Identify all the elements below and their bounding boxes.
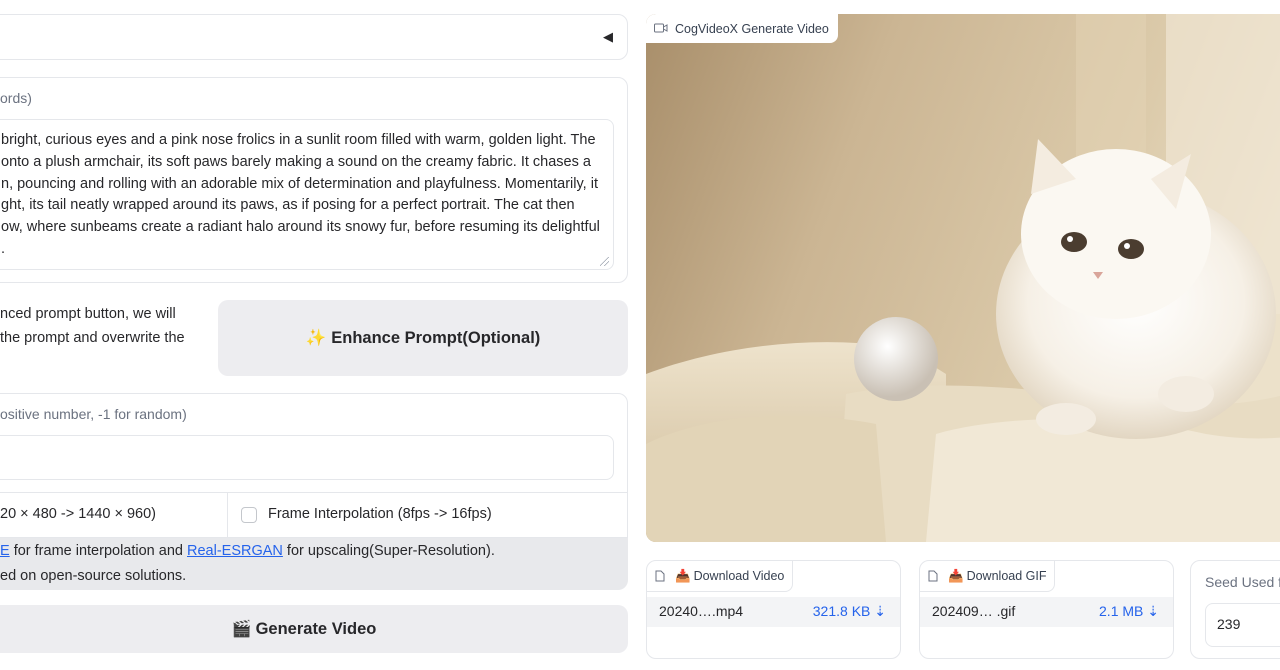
video-file-size-link[interactable]: 321.8 KB ⇣: [813, 603, 886, 620]
collapsed-accordion[interactable]: ◀: [0, 14, 628, 60]
enhance-note: nced prompt button, we will the prompt a…: [0, 306, 185, 346]
download-video-label: Download Video: [693, 569, 785, 583]
prompt-text: bright, curious eyes and a pink nose fro…: [1, 132, 600, 257]
video-file-name[interactable]: 20240….mp4: [659, 603, 743, 619]
download-video-card: 📥 Download Video 20240….mp4 321.8 KB ⇣: [646, 560, 901, 659]
seed-input[interactable]: [0, 435, 614, 480]
download-gif-card: 📥 Download GIF 202409… .gif 2.1 MB ⇣: [919, 560, 1174, 659]
download-icon: 📥: [675, 568, 691, 583]
clapperboard-icon: 🎬: [231, 621, 252, 638]
real-esrgan-link[interactable]: Real-ESRGAN: [187, 543, 283, 559]
options-divider: [227, 492, 228, 538]
download-video-tag: 📥 Download Video: [647, 561, 794, 592]
info-line-2: ed on open-source solutions.: [0, 568, 187, 584]
video-camera-icon: [654, 22, 668, 36]
seed-used-label: Seed Used f: [1205, 574, 1280, 590]
gif-file-name[interactable]: 202409… .gif: [932, 603, 1015, 619]
file-icon: [655, 570, 665, 582]
prompt-textarea[interactable]: bright, curious eyes and a pink nose fro…: [0, 119, 614, 270]
interpolation-checkbox-label[interactable]: Frame Interpolation (8fps -> 16fps): [268, 506, 492, 522]
download-gif-row[interactable]: 202409… .gif 2.1 MB ⇣: [920, 597, 1173, 627]
generate-video-label: Generate Video: [255, 619, 377, 638]
video-panel-title: CogVideoX Generate Video: [675, 21, 829, 36]
sparkles-icon: ✨: [305, 328, 327, 347]
seed-used-value: 239: [1217, 616, 1241, 632]
enhance-prompt-button[interactable]: ✨ Enhance Prompt(Optional): [218, 300, 628, 376]
info-line-1: E for frame interpolation and Real-ESRGA…: [0, 543, 495, 559]
video-panel-label: CogVideoX Generate Video: [646, 14, 838, 43]
file-icon: [928, 570, 938, 582]
prompt-label: ords): [0, 90, 32, 106]
enhance-prompt-label: Enhance Prompt(Optional): [331, 328, 541, 347]
seed-label: ositive number, -1 for random): [0, 406, 187, 422]
rife-link[interactable]: E: [0, 543, 10, 559]
gif-file-size-link[interactable]: 2.1 MB ⇣: [1099, 603, 1159, 620]
download-gif-tag: 📥 Download GIF: [920, 561, 1056, 592]
kitten-video-frame: [646, 14, 1280, 542]
collapse-triangle-icon[interactable]: ◀: [603, 29, 613, 45]
upscale-checkbox-label[interactable]: 20 × 480 -> 1440 × 960): [0, 506, 156, 522]
interpolation-checkbox[interactable]: [241, 507, 257, 523]
download-icon: 📥: [948, 568, 964, 583]
download-video-row[interactable]: 20240….mp4 321.8 KB ⇣: [647, 597, 900, 627]
generate-video-button[interactable]: 🎬 Generate Video: [0, 605, 628, 653]
generated-video-player[interactable]: [646, 14, 1280, 542]
resize-handle-icon[interactable]: [600, 257, 609, 266]
download-gif-label: Download GIF: [966, 569, 1047, 583]
